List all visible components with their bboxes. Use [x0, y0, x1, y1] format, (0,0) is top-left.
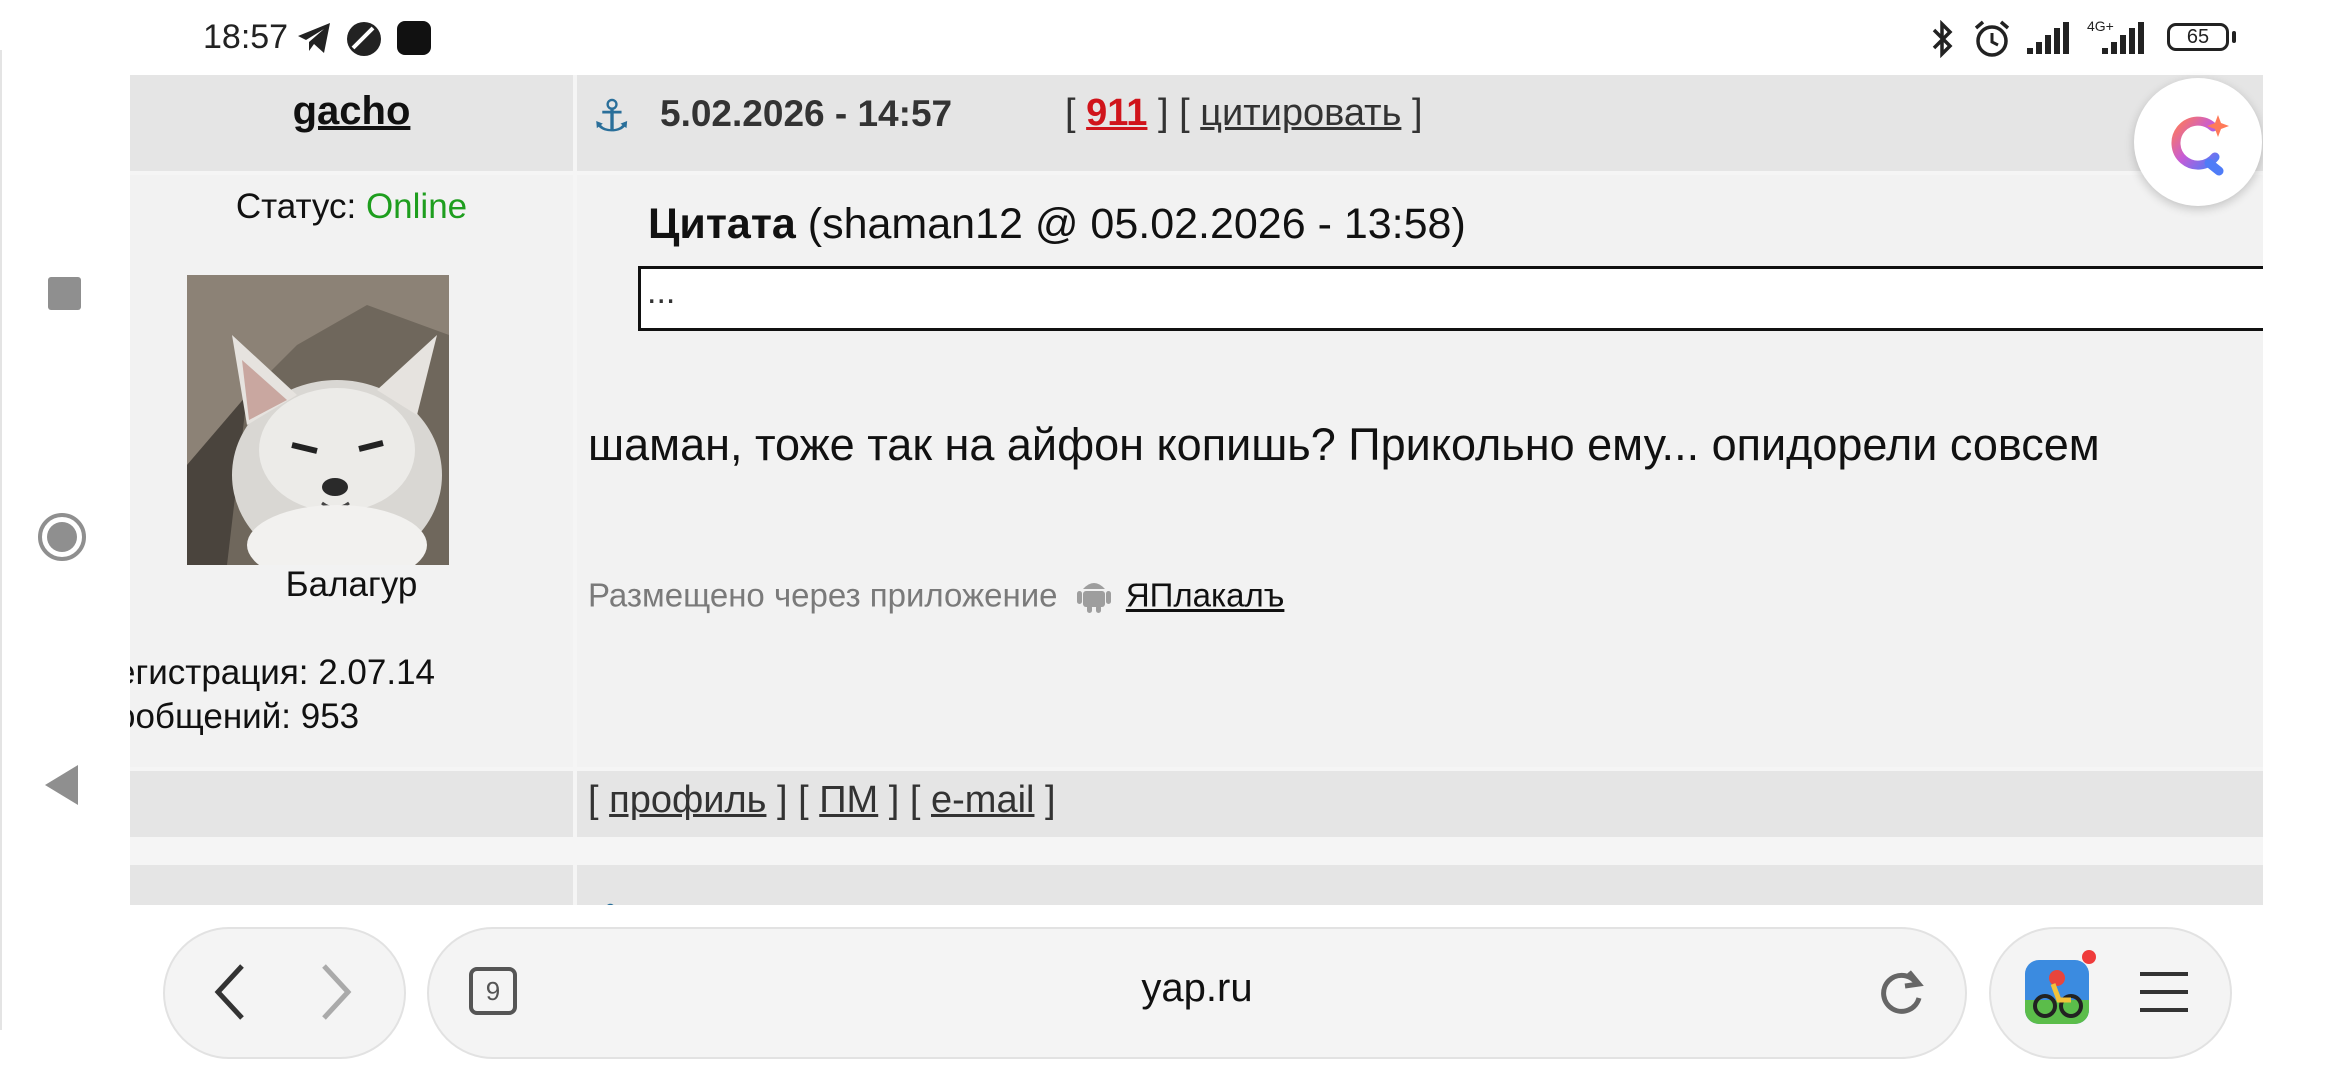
- home-button-icon: [47, 522, 77, 552]
- forum-page: gacho ⚓ 5.02.2026 - 14:57 [ 911 ] [ цити…: [130, 75, 2263, 905]
- bracket: [: [1065, 92, 1087, 134]
- email-link[interactable]: e-mail: [931, 779, 1034, 821]
- game-app-icon[interactable]: [2025, 960, 2089, 1024]
- signal-app-icon: [345, 20, 383, 63]
- navigation-pill: [163, 927, 406, 1059]
- author-name-link[interactable]: gacho: [130, 89, 573, 134]
- quote-header: Цитата (shaman12 @ 05.02.2026 - 13:58): [648, 200, 1466, 249]
- chevron-right-icon: [322, 964, 352, 1020]
- post-footer-links: [ профиль ] [ ПМ ] [ e-mail ]: [588, 779, 1056, 822]
- assistant-icon: [2171, 115, 2229, 176]
- profile-link[interactable]: профиль: [609, 779, 766, 821]
- status-value: Online: [365, 187, 468, 226]
- cell-signal-4g-icon: [2100, 20, 2150, 61]
- browser-menu-button[interactable]: [2138, 968, 2190, 1021]
- hamburger-menu-icon: [2140, 972, 2188, 1012]
- post-footer-left: [130, 771, 573, 837]
- status-time: 18:57: [203, 18, 289, 56]
- post-text: шаман, тоже так на айфон копишь? Приколь…: [588, 419, 2100, 470]
- recents-button[interactable]: [48, 277, 81, 310]
- posted-via-line: Размещено через приложение ЯПлакалъ: [588, 575, 1284, 621]
- author-avatar: [187, 275, 449, 565]
- app-link[interactable]: ЯПлакалъ: [1126, 577, 1285, 614]
- telegram-icon: [296, 20, 334, 61]
- browser-forward-button[interactable]: [316, 960, 356, 1029]
- notification-dot: [2082, 950, 2096, 964]
- anchor-icon[interactable]: ⚓: [592, 91, 631, 142]
- post-body: [577, 175, 2263, 767]
- next-post-anchor-icon[interactable]: ⚓: [592, 897, 628, 905]
- post-number-link[interactable]: 911: [1086, 92, 1147, 134]
- battery-tip: [2232, 31, 2236, 43]
- next-post-header-left: [130, 865, 573, 905]
- bluetooth-icon: [1930, 19, 1956, 63]
- author-status: Статус: Online: [130, 187, 573, 227]
- posted-via-label: Размещено через приложение: [588, 576, 1058, 614]
- post-date: 5.02.2026 - 14:57: [660, 93, 953, 134]
- message-count: ообщений: 953: [130, 697, 360, 736]
- bracket: ] [: [1147, 92, 1201, 134]
- bracket: ]: [1401, 92, 1423, 134]
- registration-date: егистрация: 2.07.14: [130, 653, 436, 692]
- reload-button[interactable]: [1875, 966, 1927, 1023]
- bracket: ] [: [766, 779, 820, 821]
- bracket: ] [: [878, 779, 931, 821]
- quote-box: ...: [638, 266, 2263, 331]
- reload-icon: [1881, 970, 1924, 1014]
- url-text[interactable]: yap.ru: [427, 966, 1967, 1011]
- browser-back-button[interactable]: [210, 960, 250, 1029]
- assistant-button[interactable]: [2134, 78, 2262, 206]
- quote-link[interactable]: цитировать: [1200, 92, 1401, 134]
- screen-edge: [2263, 0, 2340, 1080]
- cell-signal-icon: [2025, 20, 2075, 61]
- battery-icon: 65: [2167, 23, 2229, 51]
- back-button[interactable]: [45, 765, 78, 805]
- bracket: ]: [1034, 779, 1056, 821]
- alarm-icon: [1972, 20, 2012, 63]
- app-square-icon: [396, 20, 432, 61]
- pm-link[interactable]: ПМ: [819, 779, 878, 821]
- next-post-header-right: [577, 865, 2263, 905]
- quote-source: (shaman12 @ 05.02.2026 - 13:58): [795, 200, 1466, 248]
- status-label: Статус:: [235, 187, 366, 226]
- quote-label: Цитата: [648, 200, 796, 248]
- bracket: [: [588, 779, 610, 821]
- author-rank: Балагур: [285, 565, 418, 604]
- chevron-left-icon: [214, 964, 244, 1020]
- android-icon: [1076, 575, 1111, 621]
- post-actions: [ 911 ] [ цитировать ]: [1065, 92, 1423, 135]
- nav-divider: [0, 50, 2, 1030]
